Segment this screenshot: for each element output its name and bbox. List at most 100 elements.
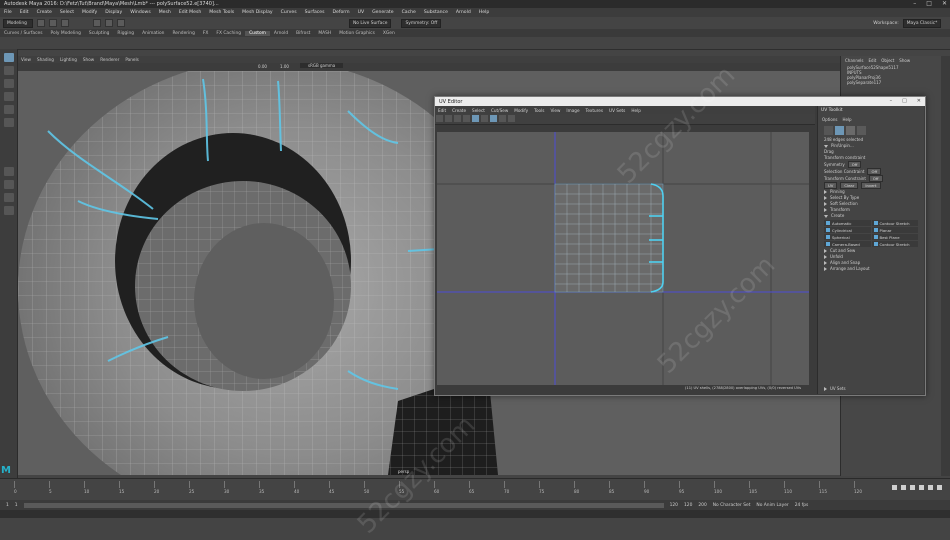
menu-item[interactable]: Edit Mesh	[175, 10, 205, 15]
menu-item[interactable]: Display	[101, 10, 126, 15]
menu-item[interactable]: Mesh Display	[238, 10, 277, 15]
viewport-menu-item[interactable]: Show	[80, 57, 97, 62]
menu-item[interactable]: Create	[33, 10, 56, 15]
menu-item[interactable]: Substance	[420, 10, 452, 15]
open-scene-icon[interactable]	[49, 19, 57, 27]
new-scene-icon[interactable]	[37, 19, 45, 27]
shell-mode-icon[interactable]	[857, 126, 866, 135]
go-end-icon[interactable]	[937, 485, 942, 490]
create-button[interactable]: Automatic	[824, 220, 871, 226]
menu-item[interactable]: Windows	[126, 10, 155, 15]
uv-distortion-icon[interactable]	[499, 115, 506, 122]
uv-menu-item[interactable]: Create	[449, 108, 469, 113]
menu-item[interactable]: Mesh	[155, 10, 175, 15]
shelf-tab[interactable]: FX Caching	[212, 31, 245, 36]
viewport-menu-item[interactable]: View	[18, 57, 34, 62]
range-end[interactable]: 120	[684, 503, 692, 508]
menu-item[interactable]: Arnold	[452, 10, 475, 15]
selection-constraint-row[interactable]: Selection Constraint Off	[818, 168, 924, 175]
paint-select-icon[interactable]	[3, 79, 14, 88]
uv-shaded-icon[interactable]	[490, 115, 497, 122]
uv-menu-item[interactable]: View	[547, 108, 563, 113]
uv-toolkit-button[interactable]: Invert	[861, 182, 881, 189]
character-set[interactable]: No Character Set	[713, 503, 751, 508]
menu-item[interactable]: Mesh Tools	[205, 10, 238, 15]
shelf-tab[interactable]: Sculpting	[85, 31, 114, 36]
gamma-value[interactable]: 0.00	[258, 64, 267, 69]
edge-mode-icon[interactable]	[835, 126, 844, 135]
mode-dropdown[interactable]: Modeling	[3, 18, 33, 28]
color-space-dropdown[interactable]: sRGB gamma	[300, 63, 344, 68]
shelf-tab[interactable]: Custom	[245, 30, 270, 36]
menu-item[interactable]: Help	[475, 10, 493, 15]
symmetry-row[interactable]: Symmetry Off	[818, 161, 924, 168]
menu-item[interactable]: File	[0, 10, 16, 15]
persp-outliner-icon[interactable]	[3, 193, 14, 202]
maximize-icon[interactable]: □	[926, 0, 932, 7]
shelf-tab[interactable]: Rendering	[168, 31, 198, 36]
range-start[interactable]: 1	[6, 503, 9, 508]
select-mode-icon[interactable]	[93, 19, 101, 27]
shelf-tab[interactable]: Rigging	[113, 31, 138, 36]
shelf-tab[interactable]: Bifrost	[292, 31, 314, 36]
toolkit-section[interactable]: Arrange and Layout	[818, 266, 924, 272]
minimize-icon[interactable]: –	[913, 0, 916, 7]
close-icon[interactable]: ✕	[942, 0, 947, 7]
side-tabs[interactable]	[941, 56, 950, 476]
workspace-dropdown[interactable]: Maya Classic*	[902, 18, 942, 28]
layout-icon[interactable]	[3, 206, 14, 215]
menu-item[interactable]: Edit	[16, 10, 33, 15]
step-forward-icon[interactable]	[928, 485, 933, 490]
viewport-menu-item[interactable]: Panels	[122, 57, 141, 62]
create-button[interactable]: Best Plane	[871, 234, 918, 240]
uv-menu-item[interactable]: Cut/Sew	[488, 108, 511, 113]
uv-toolkit-menu-item[interactable]: Options	[822, 117, 837, 122]
time-slider[interactable]: 0 5 10 15 20 25 30 35 40 45 50 55 60 65 70 75 80 85 90 95 10…	[0, 478, 950, 501]
anim-layer[interactable]: No Anim Layer	[756, 503, 788, 508]
uv-grid-icon[interactable]	[481, 115, 488, 122]
fps[interactable]: 24 fps	[795, 503, 809, 508]
menu-item[interactable]: Deform	[329, 10, 354, 15]
range-bar[interactable]	[23, 502, 664, 508]
create-button[interactable]: Camera-Based	[824, 241, 871, 247]
create-button[interactable]: Contour Stretch	[871, 241, 918, 247]
menu-item[interactable]: Cache	[398, 10, 420, 15]
gamma-scale[interactable]: 1.00	[280, 64, 289, 69]
create-button[interactable]: Cylindrical	[824, 227, 871, 233]
menu-item[interactable]: Surfaces	[301, 10, 329, 15]
menu-item[interactable]: Modify	[78, 10, 101, 15]
uv-menu-item[interactable]: Edit	[435, 108, 449, 113]
shelf-tab[interactable]: Animation	[138, 31, 168, 36]
channel-box-menu-item[interactable]: Object	[881, 58, 894, 63]
uv-select-icon[interactable]	[436, 115, 443, 122]
menu-item[interactable]: Generate	[368, 10, 397, 15]
live-surface-dropdown[interactable]: No Live Surface	[349, 18, 392, 28]
uv-menu-item[interactable]: Select	[469, 108, 488, 113]
move-tool-icon[interactable]	[3, 92, 14, 101]
play-back-icon[interactable]	[910, 485, 915, 490]
uv-rotate-icon[interactable]	[454, 115, 461, 122]
create-button[interactable]: Contour Stretch	[871, 220, 918, 226]
scale-tool-icon[interactable]	[3, 118, 14, 127]
uv-menu-item[interactable]: Help	[628, 108, 644, 113]
rotate-tool-icon[interactable]	[3, 105, 14, 114]
step-back-icon[interactable]	[901, 485, 906, 490]
uv-minimize-icon[interactable]: –	[890, 98, 893, 104]
shelf-tab[interactable]: FX	[199, 31, 213, 36]
shelf-tab[interactable]: Curves / Surfaces	[0, 31, 47, 36]
viewport-menu-item[interactable]: Lighting	[57, 57, 80, 62]
range-end-inner[interactable]: 120	[670, 503, 678, 508]
uv-sets-section[interactable]: UV Sets	[818, 386, 852, 392]
create-button[interactable]: Planar	[871, 227, 918, 233]
lasso-tool-icon[interactable]	[3, 66, 14, 75]
create-button[interactable]: Spherical	[824, 234, 871, 240]
uv-menu-item[interactable]: Textures	[583, 108, 607, 113]
shelf-tab[interactable]: Motion Graphics	[335, 31, 379, 36]
vertex-mode-icon[interactable]	[824, 126, 833, 135]
menu-item[interactable]: Select	[56, 10, 78, 15]
range-start-inner[interactable]: 1	[15, 503, 18, 508]
uv-close-icon[interactable]: ✕	[917, 98, 921, 104]
save-scene-icon[interactable]	[61, 19, 69, 27]
uv-toolkit-button[interactable]: Clear	[840, 182, 859, 189]
uv-scale-icon[interactable]	[463, 115, 470, 122]
